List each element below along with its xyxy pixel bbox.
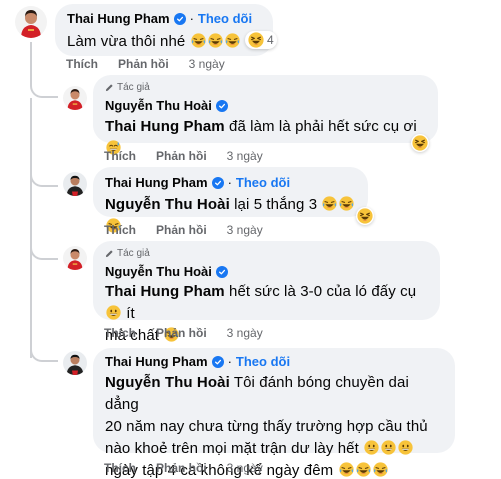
verified-icon: [215, 99, 228, 112]
grin-emoji: [106, 305, 121, 320]
follow-button[interactable]: Theo dõi: [236, 353, 290, 370]
thread-curve-2: [30, 165, 58, 187]
pencil-icon: [105, 84, 113, 92]
like-button[interactable]: Thích: [104, 223, 136, 237]
comment-text: hết sức là 3-0 của ló đấy cụ: [229, 283, 417, 300]
comment-author[interactable]: Thai Hung Pham: [67, 10, 170, 27]
thread-curve-3: [30, 238, 58, 260]
follow-button[interactable]: Theo dõi: [198, 10, 252, 27]
author-badge: Tác giả: [117, 82, 150, 93]
verified-icon: [211, 176, 224, 189]
grin-sweat-emoji: [364, 440, 379, 455]
avatar[interactable]: [63, 246, 87, 270]
reaction-summary[interactable]: [411, 134, 429, 152]
comment-actions: Thích Phản hồi 3 ngày: [104, 223, 263, 237]
mention-link[interactable]: Nguyễn Thu Hoài: [105, 374, 230, 391]
comment-author[interactable]: Nguyễn Thu Hoài: [105, 263, 212, 280]
reaction-count: 4: [267, 33, 274, 47]
reply-button[interactable]: Phản hồi: [156, 149, 207, 163]
avatar[interactable]: [63, 351, 87, 375]
like-button[interactable]: Thích: [66, 57, 98, 71]
laughing-tears-emoji: [208, 33, 223, 48]
reply-button[interactable]: Phản hồi: [156, 461, 207, 475]
comment-text: 20 năm nay chưa từng thấy trường hợp cầu…: [105, 418, 428, 435]
laughing-tears-emoji: [356, 462, 371, 477]
author-badge: Tác giả: [117, 248, 150, 259]
comment-text: ít: [126, 305, 135, 322]
comment-text: đã làm là phải hết sức cụ ơi: [229, 118, 417, 135]
laughing-tears-emoji: [412, 135, 428, 151]
comment-text: Làm vừa thôi nhé: [67, 33, 186, 50]
like-button[interactable]: Thích: [104, 461, 136, 475]
verified-icon: [173, 12, 186, 25]
comment-actions: Thích Phản hồi 3 ngày: [66, 57, 225, 71]
laughing-tears-emoji: [191, 33, 206, 48]
avatar[interactable]: [63, 86, 87, 110]
reaction-summary[interactable]: 4: [245, 31, 277, 49]
grin-sweat-emoji: [381, 440, 396, 455]
comment-actions: Thích Phản hồi 3 ngày: [104, 326, 263, 340]
like-button[interactable]: Thích: [104, 326, 136, 340]
thread-curve-1: [30, 76, 58, 98]
laughing-tears-emoji: [322, 196, 337, 211]
thread-curve-4: [30, 340, 58, 362]
comment-text: lại 5 thắng 3: [234, 196, 318, 213]
verified-icon: [211, 355, 224, 368]
comment-time[interactable]: 3 ngày: [189, 57, 225, 71]
reply-button[interactable]: Phản hồi: [118, 57, 169, 71]
comment-time[interactable]: 3 ngày: [227, 149, 263, 163]
mention-link[interactable]: Nguyễn Thu Hoài: [105, 196, 230, 213]
comment-bubble: Thai Hung Pham · Theo dõi Nguyễn Thu Hoà…: [93, 348, 455, 479]
comment-text: nào khoẻ trên mọi mặt trận dư lày hết: [105, 440, 359, 457]
reaction-summary[interactable]: [356, 207, 374, 225]
like-button[interactable]: Thích: [104, 149, 136, 163]
thread-line-main: [30, 42, 32, 76]
mention-link[interactable]: Thai Hung Pham: [105, 283, 225, 300]
avatar[interactable]: [63, 172, 87, 196]
laughing-tears-emoji: [339, 462, 354, 477]
comment-time[interactable]: 3 ngày: [227, 326, 263, 340]
comment-author[interactable]: Thai Hung Pham: [105, 174, 208, 191]
comment-bubble: Thai Hung Pham · Theo dõi Nguyễn Thu Hoà…: [93, 167, 368, 217]
laughing-tears-emoji: [357, 208, 373, 224]
comment-time[interactable]: 3 ngày: [227, 461, 263, 475]
comment-author[interactable]: Thai Hung Pham: [105, 353, 208, 370]
comment-time[interactable]: 3 ngày: [227, 223, 263, 237]
mention-link[interactable]: Thai Hung Pham: [105, 118, 225, 135]
reply-button[interactable]: Phản hồi: [156, 326, 207, 340]
grin-sweat-emoji: [398, 440, 413, 455]
reply-button[interactable]: Phản hồi: [156, 223, 207, 237]
comment-bubble: Tác giả Nguyễn Thu Hoài Thai Hung Pham h…: [93, 241, 440, 344]
laughing-tears-emoji: [339, 196, 354, 211]
avatar[interactable]: [15, 6, 47, 38]
laughing-tears-emoji: [248, 32, 264, 48]
verified-icon: [215, 265, 228, 278]
laughing-tears-emoji: [225, 33, 240, 48]
comment-actions: Thích Phản hồi 3 ngày: [104, 149, 263, 163]
thread-line-2: [30, 98, 32, 358]
comment-actions: Thích Phản hồi 3 ngày: [104, 461, 263, 475]
pencil-icon: [105, 250, 113, 258]
follow-button[interactable]: Theo dõi: [236, 174, 290, 191]
comment-bubble: Thai Hung Pham · Theo dõi Làm vừa thôi n…: [55, 4, 273, 56]
laughing-tears-emoji: [373, 462, 388, 477]
comment-author[interactable]: Nguyễn Thu Hoài: [105, 97, 212, 114]
comment-bubble: Tác giả Nguyễn Thu Hoài Thai Hung Pham đ…: [93, 75, 438, 143]
